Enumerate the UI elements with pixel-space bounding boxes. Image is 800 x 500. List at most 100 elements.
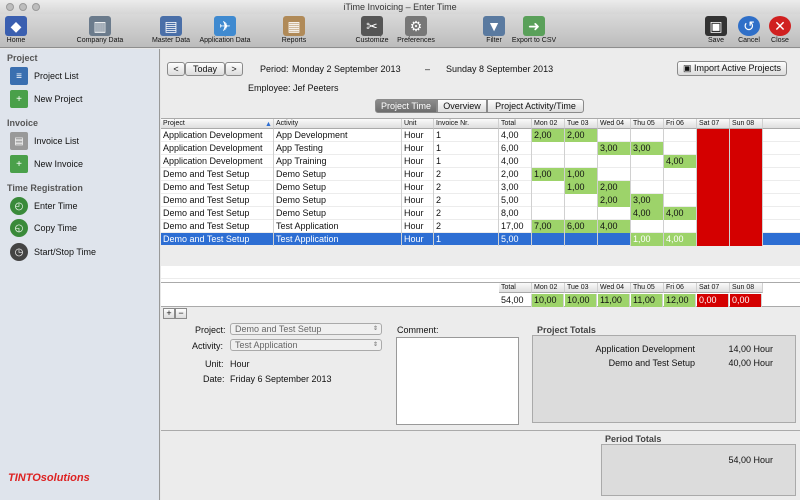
cell-wed[interactable]: 2,00 xyxy=(598,181,631,194)
table-row[interactable]: Demo and Test Setup Demo Setup Hour 2 2,00 1,… xyxy=(161,168,800,181)
cell-sun[interactable] xyxy=(730,207,763,220)
col-wed[interactable]: Wed 04 xyxy=(598,119,631,129)
col-unit[interactable]: Unit xyxy=(402,119,434,129)
cell-sat[interactable] xyxy=(697,155,730,168)
cell-thu[interactable] xyxy=(631,155,664,168)
col-project[interactable]: Project xyxy=(161,119,274,129)
master-data-button[interactable]: ▤ Master Data xyxy=(148,16,194,44)
company-data-button[interactable]: ▥ Company Data xyxy=(72,16,128,44)
table-row[interactable]: Application Development App Development Ho… xyxy=(161,129,800,142)
save-button[interactable]: ▣ Save xyxy=(704,16,728,44)
activity-select[interactable]: Test Application ⇕ xyxy=(230,339,382,351)
application-data-button[interactable]: ✈ Application Data xyxy=(195,16,255,44)
cell-sat[interactable] xyxy=(697,142,730,155)
next-week-button[interactable]: > xyxy=(225,62,243,76)
close-button[interactable]: ✕ Close xyxy=(768,16,792,44)
cell-wed[interactable] xyxy=(598,207,631,220)
zoom-window-button[interactable] xyxy=(32,3,40,11)
cell-thu[interactable]: 3,00 xyxy=(631,194,664,207)
cell-sun[interactable] xyxy=(730,233,763,246)
table-row[interactable]: Demo and Test Setup Test Application Hour 2… xyxy=(161,220,800,233)
cell-sun[interactable] xyxy=(730,142,763,155)
table-row[interactable]: Application Development App Training Hour 1… xyxy=(161,155,800,168)
cell-thu[interactable] xyxy=(631,220,664,233)
col-activity[interactable]: Activity xyxy=(274,119,402,129)
col-tue[interactable]: Tue 03 xyxy=(565,119,598,129)
export-csv-button[interactable]: ➜ Export to CSV xyxy=(508,16,560,44)
cell-fri[interactable]: 4,00 xyxy=(664,155,697,168)
cell-wed[interactable]: 3,00 xyxy=(598,142,631,155)
cell-sun[interactable] xyxy=(730,220,763,233)
cell-mon[interactable] xyxy=(532,194,565,207)
table-row[interactable]: Application Development App Testing Hour 1 6… xyxy=(161,142,800,155)
cell-sun[interactable] xyxy=(730,129,763,142)
cell-mon[interactable]: 2,00 xyxy=(532,129,565,142)
cell-fri[interactable] xyxy=(664,181,697,194)
preferences-button[interactable]: ⚙ Preferences xyxy=(396,16,436,44)
cancel-button[interactable]: ↺ Cancel xyxy=(735,16,763,44)
col-sun[interactable]: Sun 08 xyxy=(730,119,763,129)
today-button[interactable]: Today xyxy=(185,62,225,76)
table-row[interactable]: Demo and Test Setup Demo Setup Hour 2 3,00 1,… xyxy=(161,181,800,194)
minimize-window-button[interactable] xyxy=(19,3,27,11)
col-thu[interactable]: Thu 05 xyxy=(631,119,664,129)
cell-wed[interactable] xyxy=(598,233,631,246)
remove-row-button[interactable]: − xyxy=(175,308,187,319)
col-total[interactable]: Total xyxy=(499,119,532,129)
reports-button[interactable]: ▦ Reports xyxy=(278,16,310,44)
cell-sat[interactable] xyxy=(697,194,730,207)
cell-wed[interactable] xyxy=(598,129,631,142)
sidebar-item-copy-time[interactable]: ◵ Copy Time xyxy=(10,218,77,238)
cell-thu[interactable] xyxy=(631,168,664,181)
cell-wed[interactable] xyxy=(598,168,631,181)
filter-button[interactable]: ▼ Filter xyxy=(482,16,506,44)
col-fri[interactable]: Fri 06 xyxy=(664,119,697,129)
cell-mon[interactable] xyxy=(532,207,565,220)
cell-sat[interactable] xyxy=(697,233,730,246)
cell-fri[interactable]: 4,00 xyxy=(664,207,697,220)
cell-mon[interactable] xyxy=(532,233,565,246)
cell-thu[interactable]: 4,00 xyxy=(631,207,664,220)
customize-button[interactable]: ✂ Customize xyxy=(352,16,392,44)
cell-thu[interactable]: 3,00 xyxy=(631,142,664,155)
cell-tue[interactable] xyxy=(565,233,598,246)
cell-tue[interactable]: 1,00 xyxy=(565,181,598,194)
cell-tue[interactable]: 6,00 xyxy=(565,220,598,233)
home-button[interactable]: ◆ Home xyxy=(4,16,28,44)
cell-sat[interactable] xyxy=(697,220,730,233)
cell-fri[interactable] xyxy=(664,129,697,142)
cell-sun[interactable] xyxy=(730,194,763,207)
cell-mon[interactable]: 1,00 xyxy=(532,168,565,181)
sidebar-item-invoice-list[interactable]: ▤ Invoice List xyxy=(10,131,79,151)
cell-mon[interactable] xyxy=(532,155,565,168)
comment-textarea[interactable] xyxy=(396,337,519,425)
import-active-projects-button[interactable]: ▣ Import Active Projects xyxy=(677,61,787,76)
cell-mon[interactable] xyxy=(532,181,565,194)
cell-tue[interactable] xyxy=(565,194,598,207)
sidebar-item-start-stop-time[interactable]: ◷ Start/Stop Time xyxy=(10,242,96,262)
cell-sat[interactable] xyxy=(697,129,730,142)
col-sat[interactable]: Sat 07 xyxy=(697,119,730,129)
close-window-button[interactable] xyxy=(6,3,14,11)
cell-tue[interactable]: 1,00 xyxy=(565,168,598,181)
cell-fri[interactable] xyxy=(664,142,697,155)
cell-wed[interactable] xyxy=(598,155,631,168)
cell-tue[interactable] xyxy=(565,155,598,168)
cell-sun[interactable] xyxy=(730,155,763,168)
cell-thu[interactable] xyxy=(631,129,664,142)
cell-sat[interactable] xyxy=(697,207,730,220)
tab-project-activity-time[interactable]: Project Activity/Time xyxy=(487,99,584,113)
cell-fri[interactable] xyxy=(664,220,697,233)
cell-tue[interactable] xyxy=(565,142,598,155)
cell-fri[interactable] xyxy=(664,194,697,207)
cell-thu[interactable]: 1,00 xyxy=(631,233,664,246)
cell-wed[interactable]: 2,00 xyxy=(598,194,631,207)
cell-sun[interactable] xyxy=(730,181,763,194)
cell-wed[interactable]: 4,00 xyxy=(598,220,631,233)
sidebar-item-new-invoice[interactable]: + New Invoice xyxy=(10,154,83,174)
sidebar-item-new-project[interactable]: + New Project xyxy=(10,89,83,109)
table-row[interactable]: Demo and Test Setup Demo Setup Hour 2 5,00 2,… xyxy=(161,194,800,207)
cell-mon[interactable]: 7,00 xyxy=(532,220,565,233)
cell-sat[interactable] xyxy=(697,181,730,194)
sidebar-item-project-list[interactable]: ≡ Project List xyxy=(10,66,79,86)
